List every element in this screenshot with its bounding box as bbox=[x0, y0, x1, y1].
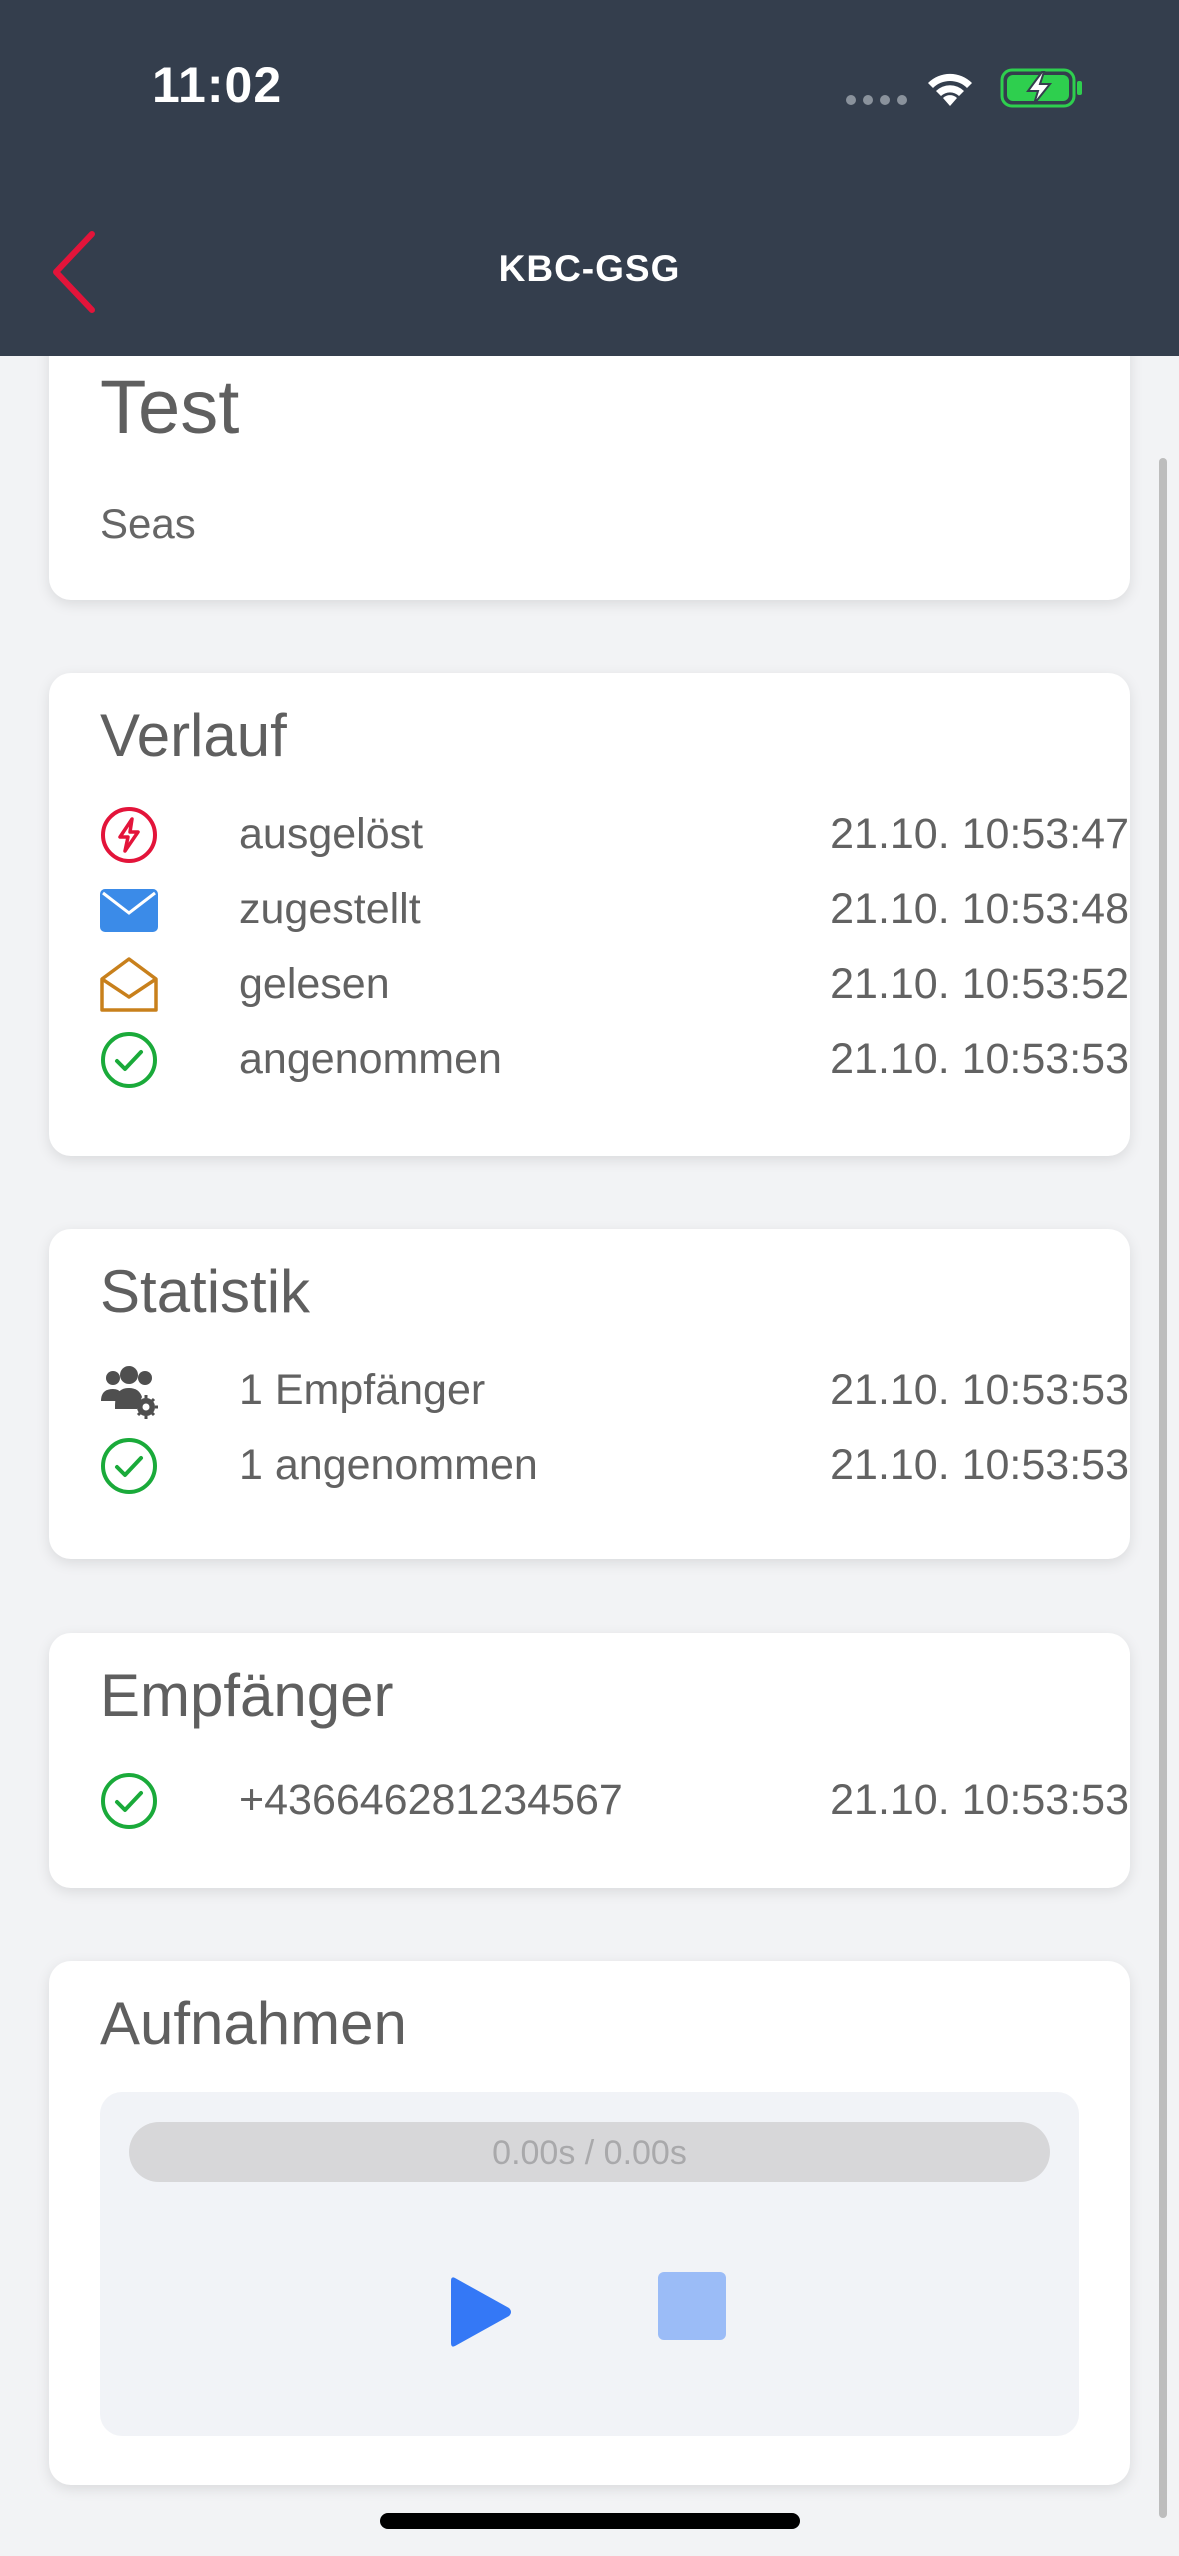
lightning-circle-icon bbox=[101, 807, 157, 863]
message-body: Seas bbox=[100, 500, 196, 547]
row-time: 21.10. 10:53:53 bbox=[830, 1366, 1129, 1414]
row-time: 21.10. 10:53:52 bbox=[830, 960, 1129, 1008]
row-time: 21.10. 10:53:53 bbox=[830, 1035, 1129, 1083]
row-time: 21.10. 10:53:53 bbox=[830, 1441, 1129, 1489]
open-envelope-icon bbox=[100, 957, 158, 1012]
history-row-accepted: angenommen 21.10. 10:53:53 bbox=[99, 1025, 1129, 1095]
recipients-title: Empfänger bbox=[100, 1662, 394, 1729]
home-indicator bbox=[380, 2513, 800, 2529]
statistics-row-accepted: 1 angenommen 21.10. 10:53:53 bbox=[99, 1431, 1129, 1501]
battery-charging-icon bbox=[1000, 68, 1082, 108]
message-title: Test bbox=[100, 365, 240, 450]
check-circle-icon bbox=[101, 1032, 157, 1088]
row-time: 21.10. 10:53:48 bbox=[830, 885, 1129, 933]
statistics-card: Statistik 1 Empfänger 21.10. 10:53:53 1 … bbox=[49, 1229, 1130, 1559]
cellular-signal-icon bbox=[846, 95, 907, 105]
audio-player: 0.00s / 0.00s bbox=[100, 2092, 1079, 2436]
recordings-card: Aufnahmen 0.00s / 0.00s bbox=[49, 1961, 1130, 2485]
playback-progress-bar[interactable]: 0.00s / 0.00s bbox=[129, 2122, 1050, 2182]
row-label: 1 angenommen bbox=[239, 1441, 538, 1489]
app-header: 11:02 KBC-GSG bbox=[0, 0, 1179, 356]
row-time: 21.10. 10:53:47 bbox=[830, 810, 1129, 858]
statistics-row-recipients: 1 Empfänger 21.10. 10:53:53 bbox=[99, 1356, 1129, 1426]
history-card: Verlauf ausgelöst 21.10. 10:53:47 zugest… bbox=[49, 673, 1130, 1156]
history-row-delivered: zugestellt 21.10. 10:53:48 bbox=[99, 875, 1129, 945]
row-label: ausgelöst bbox=[239, 810, 424, 858]
playback-time: 0.00s / 0.00s bbox=[492, 2134, 687, 2172]
envelope-icon bbox=[100, 889, 158, 932]
row-label: angenommen bbox=[239, 1035, 502, 1083]
row-label: zugestellt bbox=[239, 885, 421, 933]
wifi-icon bbox=[928, 73, 972, 106]
history-row-read: gelesen 21.10. 10:53:52 bbox=[99, 950, 1129, 1020]
row-time: 21.10. 10:53:53 bbox=[830, 1776, 1129, 1824]
history-title: Verlauf bbox=[100, 702, 287, 769]
row-label: 1 Empfänger bbox=[239, 1366, 486, 1414]
check-circle-icon bbox=[101, 1773, 157, 1829]
history-row-triggered: ausgelöst 21.10. 10:53:47 bbox=[99, 800, 1129, 870]
scrollbar[interactable] bbox=[1159, 458, 1167, 2518]
statistics-title: Statistik bbox=[100, 1258, 311, 1325]
page-title: KBC-GSG bbox=[498, 248, 681, 289]
check-circle-icon bbox=[101, 1438, 157, 1494]
recipients-card: Empfänger +436646281234567 21.10. 10:53:… bbox=[49, 1633, 1130, 1888]
recipient-number: +436646281234567 bbox=[239, 1776, 623, 1824]
status-time: 11:02 bbox=[152, 57, 283, 113]
recordings-title: Aufnahmen bbox=[100, 1990, 407, 2057]
recipient-row[interactable]: +436646281234567 21.10. 10:53:53 bbox=[99, 1766, 1129, 1836]
row-label: gelesen bbox=[239, 960, 390, 1008]
play-button[interactable] bbox=[445, 2272, 515, 2352]
users-gear-icon bbox=[101, 1366, 158, 1419]
stop-button[interactable] bbox=[658, 2272, 726, 2340]
